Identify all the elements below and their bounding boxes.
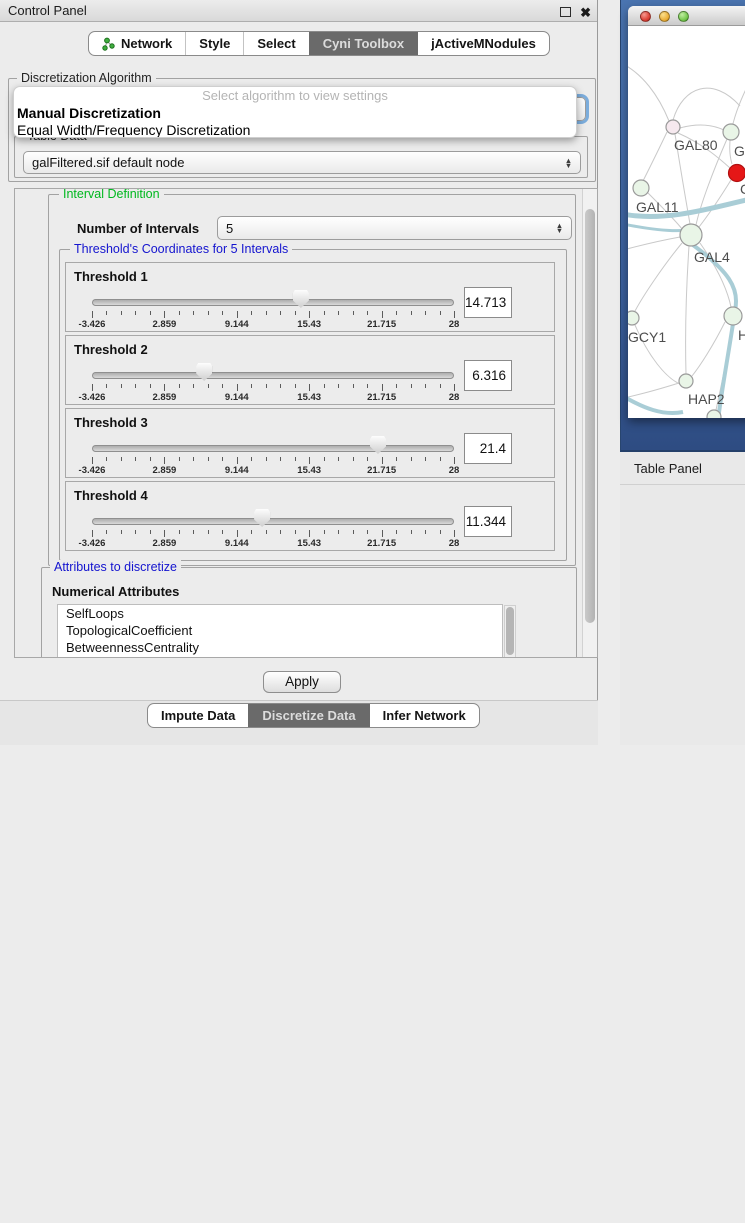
settings-scrollpane: Interval Definition Number of Intervals … bbox=[14, 188, 598, 658]
node-gal11[interactable] bbox=[633, 180, 649, 196]
tab-infer-network[interactable]: Infer Network bbox=[369, 704, 479, 727]
cyni-bottom-tabs: Impute Data Discretize Data Infer Networ… bbox=[147, 703, 480, 728]
node-gcy1[interactable] bbox=[628, 311, 639, 325]
node-label: GAL11 bbox=[636, 199, 679, 215]
control-panel-title: Control Panel bbox=[8, 3, 87, 18]
network-icon bbox=[102, 37, 115, 51]
table-data-combobox[interactable]: galFiltered.sif default node ▲▼ bbox=[23, 151, 581, 174]
table-panel-header: Table Panel bbox=[620, 452, 745, 485]
table-panel-body: ⚙ ☑☑ shared... na YDL19...YDL19YDR27...Y… bbox=[620, 485, 745, 745]
threshold-value-field[interactable] bbox=[464, 360, 512, 391]
node-label: GAL4 bbox=[694, 249, 730, 265]
thresholds-group: Threshold's Coordinates for 5 Intervals … bbox=[59, 249, 567, 561]
list-scrollbar-thumb[interactable] bbox=[506, 607, 514, 655]
mac-minimize-button[interactable] bbox=[659, 11, 670, 22]
tab-cyni-toolbox[interactable]: Cyni Toolbox bbox=[309, 32, 417, 55]
list-scrollbar[interactable] bbox=[504, 605, 516, 658]
node-h[interactable] bbox=[724, 307, 742, 325]
float-window-icon[interactable] bbox=[560, 7, 571, 17]
threshold-label: Threshold 4 bbox=[74, 488, 148, 503]
network-nodes bbox=[628, 120, 745, 418]
tab-label: jActiveMNodules bbox=[431, 32, 536, 55]
tab-impute-data[interactable]: Impute Data bbox=[148, 704, 248, 727]
tab-jactivemnodules[interactable]: jActiveMNodules bbox=[417, 32, 549, 55]
control-panel-tabs: Network Style Select Cyni Toolbox jActiv… bbox=[88, 31, 550, 56]
close-icon[interactable]: ✖ bbox=[580, 2, 591, 24]
node-label: H bbox=[738, 327, 745, 343]
tab-select[interactable]: Select bbox=[243, 32, 308, 55]
slider-track[interactable] bbox=[92, 518, 454, 525]
threshold-3-panel: Threshold 3 -3.4262.8599.14415.4321.7152… bbox=[65, 408, 555, 478]
control-panel: Control Panel ✖ Network Style Select Cyn… bbox=[0, 0, 598, 745]
scrollpane-scrollbar[interactable] bbox=[582, 189, 597, 657]
network-window-titlebar[interactable] bbox=[628, 6, 745, 26]
list-item[interactable]: TopologicalCoefficient bbox=[58, 622, 502, 639]
slider-track[interactable] bbox=[92, 299, 454, 306]
list-item[interactable]: SelfLoops bbox=[58, 605, 502, 622]
numerical-attributes-label: Numerical Attributes bbox=[52, 584, 179, 599]
tab-style[interactable]: Style bbox=[185, 32, 243, 55]
panel-divider-strip bbox=[598, 0, 620, 745]
group-title: Interval Definition bbox=[59, 188, 164, 201]
threshold-1-panel: Threshold 1 -3.4262.8599.14415.4321.7152… bbox=[65, 262, 555, 332]
threshold-label: Threshold 2 bbox=[74, 342, 148, 357]
node-gal4[interactable] bbox=[680, 224, 702, 246]
dropdown-option-manual-discretization[interactable]: Manual Discretization bbox=[14, 105, 576, 122]
node-red-selected[interactable] bbox=[729, 165, 745, 182]
threshold-value-field[interactable] bbox=[464, 287, 512, 318]
node-hap2[interactable] bbox=[679, 374, 693, 388]
tab-discretize-data[interactable]: Discretize Data bbox=[248, 704, 368, 727]
algorithm-dropdown-popup: Select algorithm to view settings Manual… bbox=[13, 86, 577, 138]
threshold-4-panel: Threshold 4 -3.4262.8599.14415.4321.7152… bbox=[65, 481, 555, 551]
interval-definition-group: Interval Definition Number of Intervals … bbox=[48, 194, 576, 566]
number-of-intervals-combobox[interactable]: 5 ▲▼ bbox=[217, 216, 572, 240]
tab-label: Discretize Data bbox=[262, 704, 355, 727]
control-panel-titlebar: Control Panel ✖ bbox=[0, 0, 597, 22]
attributes-to-discretize-group: Attributes to discretize Numerical Attri… bbox=[41, 567, 577, 658]
tab-network[interactable]: Network bbox=[89, 32, 185, 55]
tab-label: Network bbox=[121, 32, 172, 55]
node-partial[interactable] bbox=[707, 410, 721, 418]
slider-track[interactable] bbox=[92, 445, 454, 452]
tab-label: Infer Network bbox=[383, 704, 466, 727]
group-title: Threshold's Coordinates for 5 Intervals bbox=[70, 242, 292, 256]
combo-arrows-icon: ▲▼ bbox=[564, 158, 573, 168]
table-data-group: Table Data galFiltered.sif default node … bbox=[14, 136, 588, 178]
apply-button[interactable]: Apply bbox=[263, 671, 341, 693]
node-gal80[interactable] bbox=[666, 120, 680, 134]
tab-label: Style bbox=[199, 32, 230, 55]
number-of-intervals-label: Number of Intervals bbox=[77, 221, 199, 236]
tab-label: Cyni Toolbox bbox=[323, 32, 404, 55]
network-canvas[interactable]: GAL80 GA C GAL11 GAL4 GCY1 H HAP2 bbox=[628, 26, 745, 418]
threshold-value-field[interactable] bbox=[464, 506, 512, 537]
group-title: Attributes to discretize bbox=[50, 560, 181, 574]
list-item[interactable]: BetweennessCentrality bbox=[58, 639, 502, 656]
tab-label: Impute Data bbox=[161, 704, 235, 727]
slider-track[interactable] bbox=[92, 372, 454, 379]
number-of-intervals-value: 5 bbox=[226, 221, 233, 236]
node-label: GAL80 bbox=[674, 137, 718, 153]
node-label: HAP2 bbox=[688, 391, 725, 407]
mac-zoom-button[interactable] bbox=[678, 11, 689, 22]
dropdown-option-equal-width-frequency[interactable]: Equal Width/Frequency Discretization bbox=[14, 122, 576, 138]
threshold-2-panel: Threshold 2 -3.4262.8599.14415.4321.7152… bbox=[65, 335, 555, 405]
dropdown-placeholder: Select algorithm to view settings bbox=[14, 87, 576, 105]
mac-close-button[interactable] bbox=[640, 11, 651, 22]
table-panel-title: Table Panel bbox=[634, 461, 702, 476]
threshold-label: Threshold 3 bbox=[74, 415, 148, 430]
node-label: GCY1 bbox=[628, 329, 666, 345]
numerical-attributes-list[interactable]: SelfLoopsTopologicalCoefficientBetweenne… bbox=[57, 604, 503, 658]
scrollpane-scrollbar-thumb[interactable] bbox=[585, 209, 595, 623]
combo-arrows-icon: ▲▼ bbox=[555, 223, 564, 233]
node-label: C bbox=[740, 181, 745, 197]
group-title: Discretization Algorithm bbox=[17, 71, 156, 85]
node-label: GA bbox=[734, 143, 745, 159]
threshold-label: Threshold 1 bbox=[74, 269, 148, 284]
table-data-value: galFiltered.sif default node bbox=[32, 155, 184, 170]
node-ga[interactable] bbox=[723, 124, 739, 140]
threshold-value-field[interactable] bbox=[464, 433, 512, 464]
tab-label: Select bbox=[257, 32, 295, 55]
network-window: GAL80 GA C GAL11 GAL4 GCY1 H HAP2 bbox=[628, 6, 745, 418]
